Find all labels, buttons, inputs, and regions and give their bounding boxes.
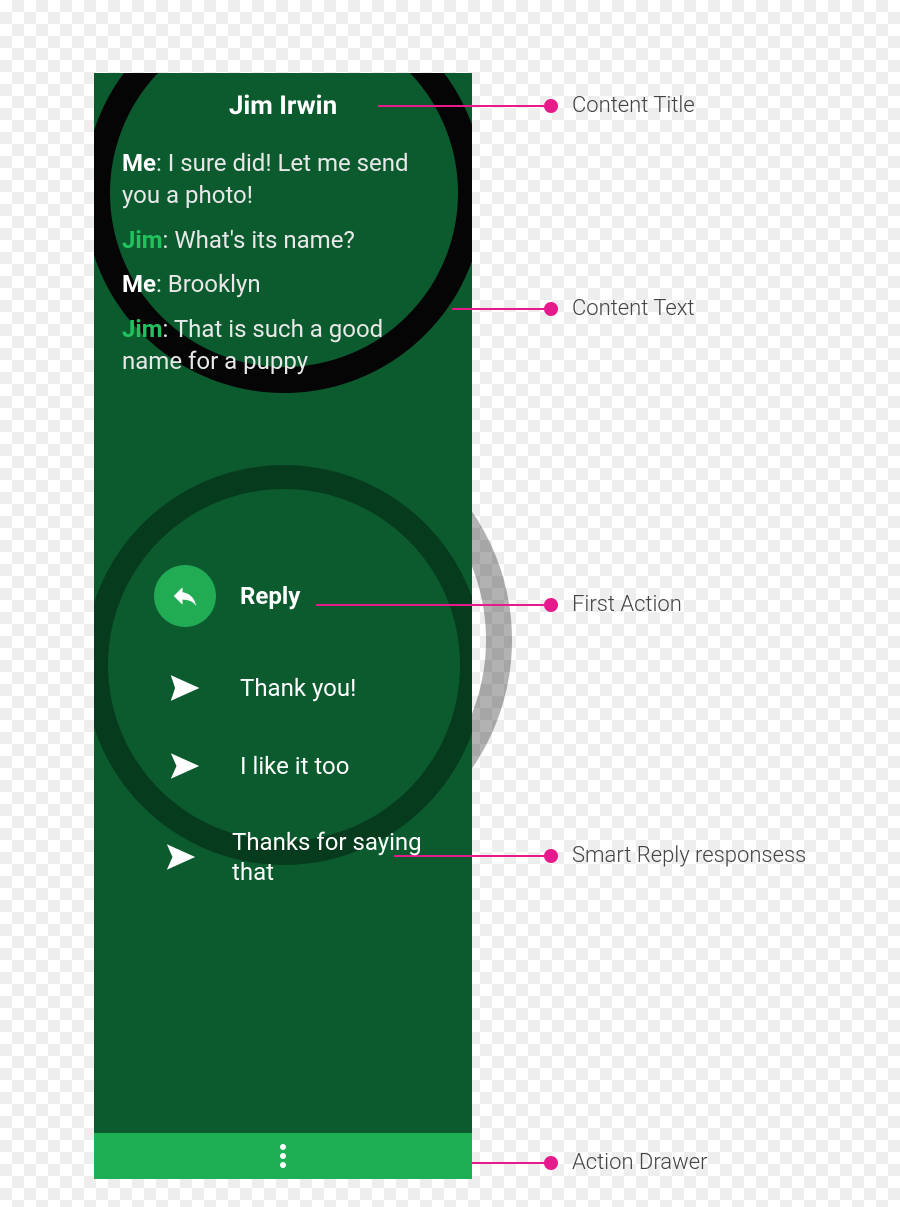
callout-dot <box>544 1156 558 1170</box>
smart-reply-label: I like it too <box>240 751 349 781</box>
callout-dot <box>544 302 558 316</box>
message-row: Me: I sure did! Let me send you a photo! <box>122 147 444 212</box>
smart-reply-label: Thank you! <box>240 673 356 703</box>
reply-action[interactable]: Reply <box>154 565 432 627</box>
overflow-dots-icon <box>280 1141 286 1171</box>
smart-reply-label: Thanks for saying that <box>232 827 432 887</box>
callout-dot <box>544 849 558 863</box>
reply-label: Reply <box>240 581 300 611</box>
callout-dot <box>544 598 558 612</box>
message-sender: Me <box>122 149 156 177</box>
message-row: Me: Brooklyn <box>122 268 444 300</box>
send-icon-slot <box>154 749 216 783</box>
send-icon <box>168 671 202 705</box>
watch-panel: Jim Irwin Me: I sure did! Let me send yo… <box>94 73 472 1179</box>
content-title: Jim Irwin <box>122 91 444 121</box>
message-text: What's its name? <box>174 226 354 254</box>
callout-text: Action Drawer <box>572 1150 707 1175</box>
message-row: Jim: That is such a good name for a pupp… <box>122 313 444 378</box>
message-sender: Jim <box>122 226 163 254</box>
callout-text: First Action <box>572 592 682 617</box>
callout-text: Content Title <box>572 93 695 118</box>
message-text: Brooklyn <box>168 270 261 298</box>
callout-content-text: Content Text <box>452 296 695 321</box>
actions-list: Reply Thank you! I like it too <box>94 565 472 887</box>
smart-reply-item[interactable]: Thank you! <box>154 671 432 705</box>
reply-icon-slot <box>154 565 216 627</box>
action-drawer[interactable] <box>94 1133 472 1179</box>
message-row: Jim: What's its name? <box>122 224 444 256</box>
notification-content: Jim Irwin Me: I sure did! Let me send yo… <box>94 73 472 389</box>
smart-reply-item[interactable]: Thanks for saying that <box>154 827 432 887</box>
reply-arrow-icon <box>170 581 200 611</box>
send-icon-slot <box>154 671 216 705</box>
callout-text: Content Text <box>572 296 695 321</box>
send-icon <box>168 749 202 783</box>
message-sender: Jim <box>122 315 163 343</box>
send-icon <box>164 840 198 874</box>
callout-text: Smart Reply responsess <box>572 843 806 868</box>
send-icon-slot <box>154 840 208 874</box>
message-sender: Me <box>122 270 156 298</box>
smart-reply-item[interactable]: I like it too <box>154 749 432 783</box>
callout-dot <box>544 99 558 113</box>
reply-fab <box>154 565 216 627</box>
